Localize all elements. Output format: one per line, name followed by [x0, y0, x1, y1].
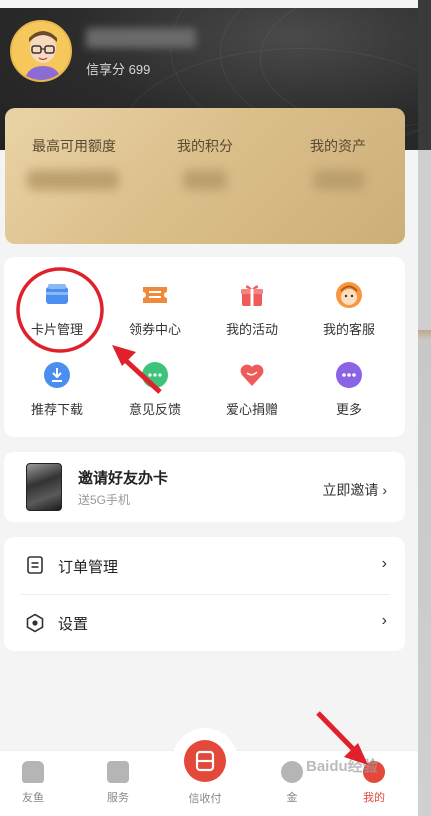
annotation-circle: [16, 267, 104, 353]
annotation-arrow: [316, 711, 368, 765]
annotation-overlay: [16, 267, 368, 765]
annotation-arrow: [112, 345, 162, 394]
